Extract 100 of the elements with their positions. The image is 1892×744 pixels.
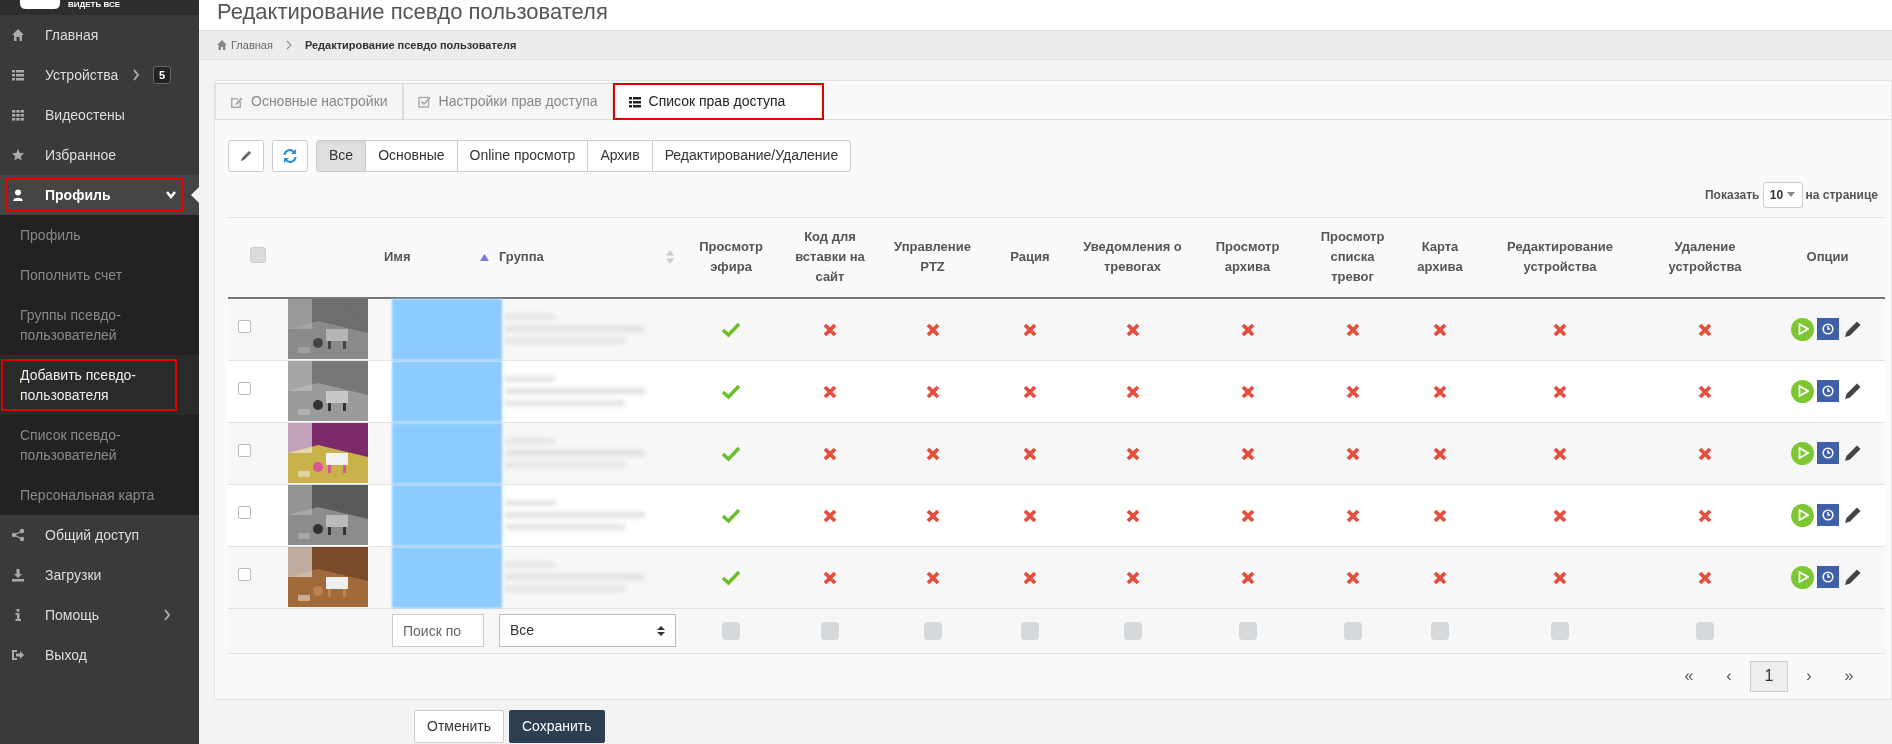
checkbox[interactable] — [238, 506, 251, 520]
column-header[interactable]: Группа — [499, 247, 544, 268]
page-link[interactable]: ‹ — [1710, 660, 1748, 692]
pencil-icon — [1843, 443, 1863, 463]
cancel-button[interactable]: Отменить — [414, 710, 504, 743]
filter-button[interactable]: Основные — [365, 139, 458, 172]
checkbox-checked-icon — [417, 94, 432, 109]
home-icon — [11, 28, 25, 42]
checkbox[interactable] — [1238, 622, 1257, 641]
star-icon — [11, 148, 25, 162]
logo-icon — [20, 0, 60, 9]
caret-down-icon — [1787, 192, 1796, 197]
filter-button[interactable]: Редактирование/Удаление — [651, 139, 852, 172]
sort-icon — [657, 625, 665, 636]
checkbox[interactable] — [238, 444, 251, 458]
checkbox[interactable] — [1696, 622, 1714, 641]
sidebar-item[interactable]: Видеостены — [6, 98, 184, 132]
list-icon — [627, 94, 642, 109]
checkbox[interactable] — [1021, 622, 1039, 641]
search-field[interactable]: Поиск по — [392, 614, 484, 647]
play-icon — [1796, 385, 1809, 397]
page-title: Редактирование псевдо пользователя — [217, 0, 608, 24]
submenu-item[interactable]: Пополнить счет — [1, 259, 177, 291]
column-header[interactable]: Имя — [384, 247, 411, 268]
sidebar-item[interactable]: Главная — [6, 18, 184, 52]
pencil-icon — [1843, 505, 1863, 525]
play-icon — [1796, 571, 1809, 583]
sidebar-item[interactable]: Устройства 5 — [6, 58, 184, 92]
checkbox[interactable] — [1551, 622, 1569, 641]
count-badge: 5 — [152, 66, 171, 84]
column-header: Просмотр архива — [1215, 239, 1280, 275]
page-size-label: Показать — [1705, 186, 1760, 204]
checkbox[interactable] — [238, 382, 251, 396]
submenu-item[interactable]: Добавить псевдо-пользователя — [1, 359, 177, 411]
filter-button[interactable]: Online просмотр — [456, 139, 589, 172]
sidebar-item[interactable]: Общий доступ — [6, 518, 184, 552]
checkbox[interactable] — [238, 568, 251, 582]
sidebar-item[interactable]: Избранное — [6, 138, 184, 172]
page-link[interactable]: 1 — [1750, 660, 1788, 692]
filter-button[interactable]: Все — [316, 139, 367, 172]
sidebar-item[interactable]: Профиль — [6, 178, 184, 212]
sidebar-item[interactable]: Выход — [6, 638, 184, 672]
logo-tagline: ВИДЕТЬ ВСЕ — [68, 0, 120, 10]
submenu-item[interactable]: Группы псевдо-пользователей — [1, 299, 177, 351]
checkbox[interactable] — [923, 622, 942, 641]
clock-icon — [1822, 571, 1834, 583]
sort-icon — [666, 250, 674, 265]
page-link[interactable]: « — [1670, 660, 1708, 692]
archive-button[interactable] — [1817, 380, 1839, 402]
page-link[interactable]: » — [1830, 660, 1868, 692]
sort-ascending-icon — [480, 253, 489, 261]
download-icon — [11, 568, 25, 582]
page-size-select[interactable]: 10 — [1762, 181, 1803, 208]
column-header: Рация — [1010, 249, 1050, 265]
archive-button[interactable] — [1817, 318, 1839, 340]
pencil-icon — [1843, 319, 1863, 339]
pencil-icon — [1843, 567, 1863, 587]
group-select[interactable]: Все — [499, 614, 676, 647]
column-header: Уведомления о тревогах — [1083, 239, 1182, 275]
column-header: Опции — [1806, 249, 1849, 265]
archive-button[interactable] — [1817, 566, 1839, 588]
refresh-icon — [282, 147, 298, 164]
column-header: Карта архива — [1417, 239, 1463, 275]
filter-button[interactable]: Архив — [587, 139, 653, 172]
chevron-right-icon — [284, 40, 293, 50]
pointer-icon — [191, 187, 199, 203]
sign-out-icon — [11, 648, 25, 662]
checkbox[interactable] — [1431, 622, 1449, 641]
pencil-icon — [1843, 381, 1863, 401]
submenu-item[interactable]: Персональная карта — [1, 479, 177, 511]
play-icon — [1796, 447, 1809, 459]
checkbox[interactable] — [250, 246, 266, 263]
save-button[interactable]: Сохранить — [509, 710, 605, 743]
list-icon — [11, 68, 25, 82]
checkbox[interactable] — [1123, 622, 1142, 641]
checkbox[interactable] — [238, 320, 251, 334]
checkbox[interactable] — [821, 622, 839, 641]
column-header: Редактирование устройства — [1507, 239, 1613, 275]
clock-icon — [1822, 509, 1834, 521]
user-icon — [11, 188, 25, 202]
column-header: Просмотр эфира — [699, 239, 763, 275]
archive-button[interactable] — [1817, 442, 1839, 464]
tab[interactable]: Список прав доступа — [612, 83, 825, 120]
checkbox[interactable] — [1343, 622, 1362, 641]
sidebar-item[interactable]: Помощь — [6, 598, 184, 632]
submenu-item[interactable]: Профиль — [1, 219, 177, 251]
grid-icon — [11, 108, 25, 122]
sidebar-item[interactable]: Загрузки — [6, 558, 184, 592]
page-link[interactable]: › — [1790, 660, 1828, 692]
refresh-button[interactable] — [272, 139, 308, 172]
share-icon — [11, 528, 25, 542]
clock-icon — [1822, 447, 1834, 459]
clock-icon — [1822, 385, 1834, 397]
breadcrumb-link[interactable]: Главная — [231, 36, 273, 54]
submenu-item[interactable]: Список псевдо-пользователей — [1, 419, 177, 471]
checkbox[interactable] — [722, 622, 740, 641]
archive-button[interactable] — [1817, 504, 1839, 526]
play-icon — [1796, 509, 1809, 521]
column-header: Просмотр списка тревог — [1320, 229, 1385, 285]
page-size-suffix: на странице — [1805, 186, 1878, 204]
